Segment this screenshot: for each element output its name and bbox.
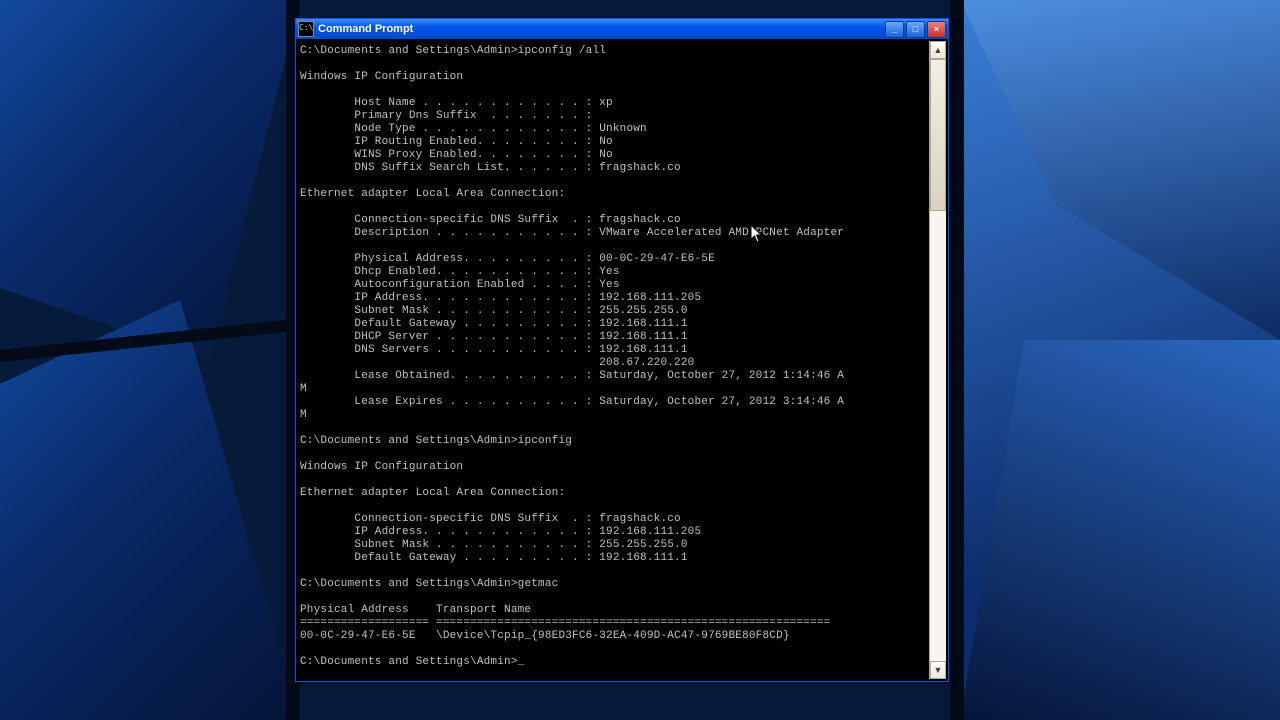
window-title: Command Prompt (318, 23, 413, 35)
scroll-down-button[interactable]: ▼ (930, 661, 946, 679)
scroll-thumb[interactable] (930, 59, 946, 211)
cmd-icon: C:\ (298, 21, 314, 37)
desktop-wallpaper: C:\ Command Prompt _ □ × C:\Documents an… (0, 0, 1280, 720)
maximize-button[interactable]: □ (906, 21, 925, 38)
close-button[interactable]: × (927, 21, 946, 38)
titlebar[interactable]: C:\ Command Prompt _ □ × (296, 19, 948, 39)
scroll-up-button[interactable]: ▲ (930, 41, 946, 59)
minimize-button[interactable]: _ (885, 21, 904, 38)
terminal-output[interactable]: C:\Documents and Settings\Admin>ipconfig… (298, 41, 929, 679)
scroll-track[interactable] (930, 59, 946, 661)
vertical-scrollbar[interactable]: ▲ ▼ (929, 41, 946, 679)
command-prompt-window[interactable]: C:\ Command Prompt _ □ × C:\Documents an… (295, 18, 949, 682)
terminal-cursor: _ (518, 656, 525, 668)
